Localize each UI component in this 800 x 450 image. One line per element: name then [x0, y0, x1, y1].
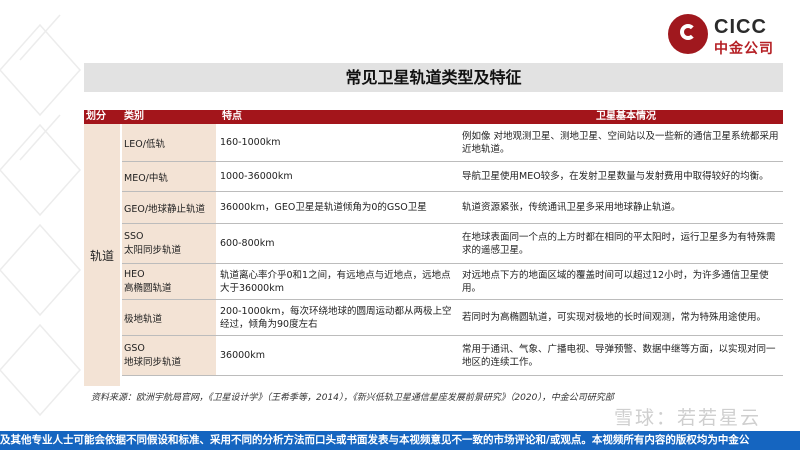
slide-title: 常见卫星轨道类型及特征 [84, 63, 783, 92]
table-header: 划分 类别 特点 卫星基本情况 [84, 110, 783, 124]
logo-text-en: CICC [714, 16, 767, 38]
table-row: MEO/中轨 1000-36000km 导航卫星使用MEO较多，在发射卫星数量与发射… [122, 162, 783, 192]
orbit-features: 36000km，GEO卫星是轨道倾角为0的GSO卫星 [220, 202, 427, 213]
orbit-category: GSO 地球同步轨道 [122, 336, 216, 375]
orbit-category-line: 太阳同步轨道 [124, 245, 182, 256]
orbit-info: 轨道资源紧张，传统通讯卫星多采用地球静止轨道。 [462, 202, 681, 213]
orbit-category: HEO 高椭圆轨道 [122, 264, 216, 299]
table-body: LEO/低轨 160-1000km 例如像 对地观测卫星、测地卫星、空间站以及一些新… [122, 124, 783, 376]
header-division: 划分 [86, 111, 106, 122]
logo-text-cn: 中金公司 [714, 41, 774, 57]
orbit-category-line: HEO [124, 269, 145, 280]
group-label: 轨道 [84, 124, 120, 386]
orbit-features: 轨道离心率介乎0和1之间，有远地点与近地点，远地点大于36000km [220, 269, 451, 294]
table-row: LEO/低轨 160-1000km 例如像 对地观测卫星、测地卫星、空间站以及一些新… [122, 124, 783, 162]
orbit-category-line: MEO/中轨 [124, 172, 168, 184]
orbit-features: 200-1000km，每次环绕地球的圆周运动都从两极上空经过，倾角为90度左右 [220, 305, 452, 330]
orbit-features: 36000km [220, 350, 265, 361]
table-row: SSO 太阳同步轨道 600-800km 在地球表面同一个点的上方时都在相同的平太阳时… [122, 224, 783, 264]
header-features: 特点 [222, 111, 242, 122]
table-row: 极地轨道 200-1000km，每次环绕地球的圆周运动都从两极上空经过，倾角为90… [122, 300, 783, 336]
disclaimer-ticker: 及其他专业人士可能会依据不同假设和标准、采用不同的分析方法而口头或书面发表与本视… [0, 431, 800, 450]
orbit-info: 对远地点下方的地面区域的覆盖时间可以超过12小时，为许多通信卫星使用。 [462, 269, 769, 294]
orbit-category: LEO/低轨 [122, 124, 216, 161]
orbit-category-line: 极地轨道 [124, 313, 163, 325]
orbit-category-line: SSO [124, 231, 144, 242]
orbit-category: MEO/中轨 [122, 162, 216, 191]
orbit-category-line: 高椭圆轨道 [124, 283, 172, 294]
orbit-category: 极地轨道 [122, 300, 216, 335]
orbit-category-line: GEO/地球静止轨道 [124, 203, 206, 215]
source-note: 资料来源：欧洲宇航局官网，《卫星设计学》（王希季等，2014），《新兴低轨卫星通… [91, 393, 614, 403]
orbit-category-line: 地球同步轨道 [124, 357, 182, 368]
watermark: 雪球：若若星云 [614, 407, 762, 429]
orbit-features: 1000-36000km [220, 171, 293, 182]
table-row: HEO 高椭圆轨道 轨道离心率介乎0和1之间，有远地点与近地点，远地点大于36000… [122, 264, 783, 300]
cicc-logo: CICC 中金公司 [668, 10, 788, 58]
header-category: 类别 [124, 111, 144, 122]
orbit-category: SSO 太阳同步轨道 [122, 224, 216, 263]
orbit-category: GEO/地球静止轨道 [122, 192, 216, 223]
table-row: GSO 地球同步轨道 36000km 常用于通讯、气象、广播电视、导弹预警、数据中继等… [122, 336, 783, 376]
orbit-table: 划分 类别 特点 卫星基本情况 [84, 110, 783, 124]
table-row: GEO/地球静止轨道 36000km，GEO卫星是轨道倾角为0的GSO卫星 轨道资源… [122, 192, 783, 224]
orbit-features: 600-800km [220, 238, 275, 249]
header-info: 卫星基本情况 [596, 111, 656, 122]
orbit-info: 在地球表面同一个点的上方时都在相同的平太阳时，运行卫星多为有特殊需求的遥感卫星。 [462, 231, 776, 256]
orbit-info: 若同时为高椭圆轨道，可实现对极地的长时间观测，常为特殊用途使用。 [462, 312, 767, 323]
orbit-info: 导航卫星使用MEO较多，在发射卫星数量与发射费用中取得较好的均衡。 [462, 171, 769, 182]
orbit-features: 160-1000km [220, 137, 281, 148]
orbit-info: 例如像 对地观测卫星、测地卫星、空间站以及一些新的通信卫星系统都采用近地轨道。 [462, 130, 779, 155]
orbit-category-line: GSO [124, 343, 145, 354]
orbit-category-line: LEO/低轨 [124, 138, 165, 150]
orbit-info: 常用于通讯、气象、广播电视、导弹预警、数据中继等方面，以实现对同一地区的连续工作… [462, 343, 776, 368]
cicc-logo-icon [668, 14, 708, 54]
